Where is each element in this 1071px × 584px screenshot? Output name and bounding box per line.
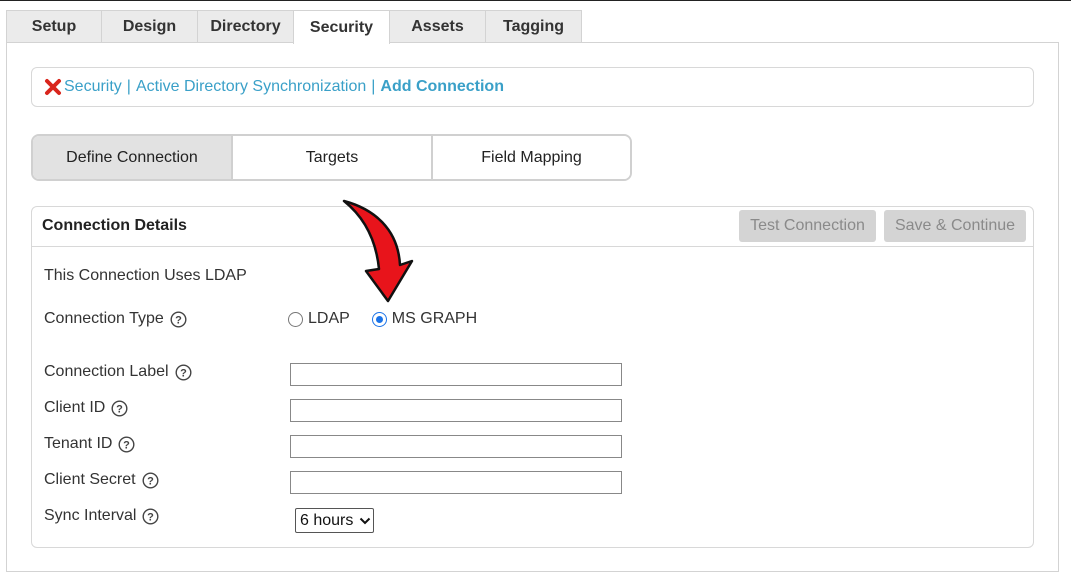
client-secret-row: Client Secret ? <box>44 471 159 489</box>
breadcrumb: Security | Active Directory Synchronizat… <box>31 67 1034 107</box>
breadcrumb-current: Add Connection <box>380 78 504 95</box>
save-continue-button[interactable]: Save & Continue <box>884 210 1026 242</box>
help-icon[interactable]: ? <box>175 363 192 381</box>
svg-text:?: ? <box>148 511 155 523</box>
svg-text:?: ? <box>124 439 131 451</box>
step-field-mapping[interactable]: Field Mapping <box>433 136 630 179</box>
help-icon[interactable]: ? <box>111 399 128 417</box>
breadcrumb-separator: | <box>371 78 376 95</box>
sync-interval-label: Sync Interval <box>44 507 137 524</box>
connection-type-row: Connection Type ? <box>44 310 187 328</box>
wizard-steps: Define Connection Targets Field Mapping <box>31 134 632 181</box>
tab-security[interactable]: Security <box>293 10 390 44</box>
tab-setup[interactable]: Setup <box>6 10 102 43</box>
main-tabs: Setup Design Directory Security Assets T… <box>6 10 582 44</box>
security-panel: Security | Active Directory Synchronizat… <box>6 42 1059 572</box>
annotation-arrow-icon <box>342 199 414 303</box>
connection-details-title: Connection Details <box>42 217 187 234</box>
svg-text:?: ? <box>147 475 154 487</box>
radio-ms-graph[interactable]: MS GRAPH <box>371 310 478 328</box>
radio-ms-graph-label: MS GRAPH <box>391 310 478 327</box>
tenant-id-row: Tenant ID ? <box>44 435 135 453</box>
tenant-id-label: Tenant ID <box>44 435 113 452</box>
window-top-border <box>0 0 1071 1</box>
client-id-row: Client ID ? <box>44 399 128 417</box>
step-define-connection[interactable]: Define Connection <box>33 136 233 179</box>
help-icon[interactable]: ? <box>170 310 187 328</box>
radio-ms-graph-circle[interactable] <box>371 311 387 327</box>
client-secret-input[interactable] <box>290 471 622 494</box>
help-icon[interactable]: ? <box>142 471 159 489</box>
tab-design[interactable]: Design <box>101 10 198 43</box>
client-secret-label: Client Secret <box>44 471 136 488</box>
svg-text:?: ? <box>175 314 182 326</box>
chevron-down-icon <box>359 517 371 525</box>
connection-info-text: This Connection Uses LDAP <box>44 267 247 284</box>
connection-label-label: Connection Label <box>44 363 169 380</box>
sync-interval-row: Sync Interval ? <box>44 507 159 525</box>
tenant-id-input[interactable] <box>290 435 622 458</box>
help-icon[interactable]: ? <box>118 435 135 453</box>
svg-text:?: ? <box>180 367 187 379</box>
connection-details-box: Connection Details Test Connection Save … <box>31 206 1034 548</box>
radio-ldap-label: LDAP <box>308 310 350 327</box>
radio-ldap[interactable]: LDAP <box>288 310 350 328</box>
client-id-input[interactable] <box>290 399 622 422</box>
connection-details-header: Connection Details Test Connection Save … <box>32 207 1033 247</box>
breadcrumb-security[interactable]: Security <box>64 78 122 96</box>
breadcrumb-separator: | <box>126 78 131 95</box>
connection-type-radios: LDAP MS GRAPH <box>288 310 499 328</box>
help-icon[interactable]: ? <box>142 507 159 525</box>
sync-interval-select[interactable]: 6 hours <box>295 508 374 533</box>
connection-label-row: Connection Label ? <box>44 363 192 381</box>
close-x-icon[interactable] <box>44 78 62 96</box>
tab-directory[interactable]: Directory <box>197 10 294 43</box>
breadcrumb-ad-sync[interactable]: Active Directory Synchronization <box>136 78 366 96</box>
svg-text:?: ? <box>116 403 123 415</box>
test-connection-button[interactable]: Test Connection <box>739 210 876 242</box>
connection-label-input[interactable] <box>290 363 622 386</box>
tab-tagging[interactable]: Tagging <box>485 10 582 43</box>
client-id-label: Client ID <box>44 399 106 416</box>
sync-interval-value: 6 hours <box>300 511 354 529</box>
tab-assets[interactable]: Assets <box>389 10 486 43</box>
radio-ldap-circle[interactable] <box>288 311 303 327</box>
step-targets[interactable]: Targets <box>233 136 433 179</box>
connection-type-label: Connection Type <box>44 310 164 327</box>
